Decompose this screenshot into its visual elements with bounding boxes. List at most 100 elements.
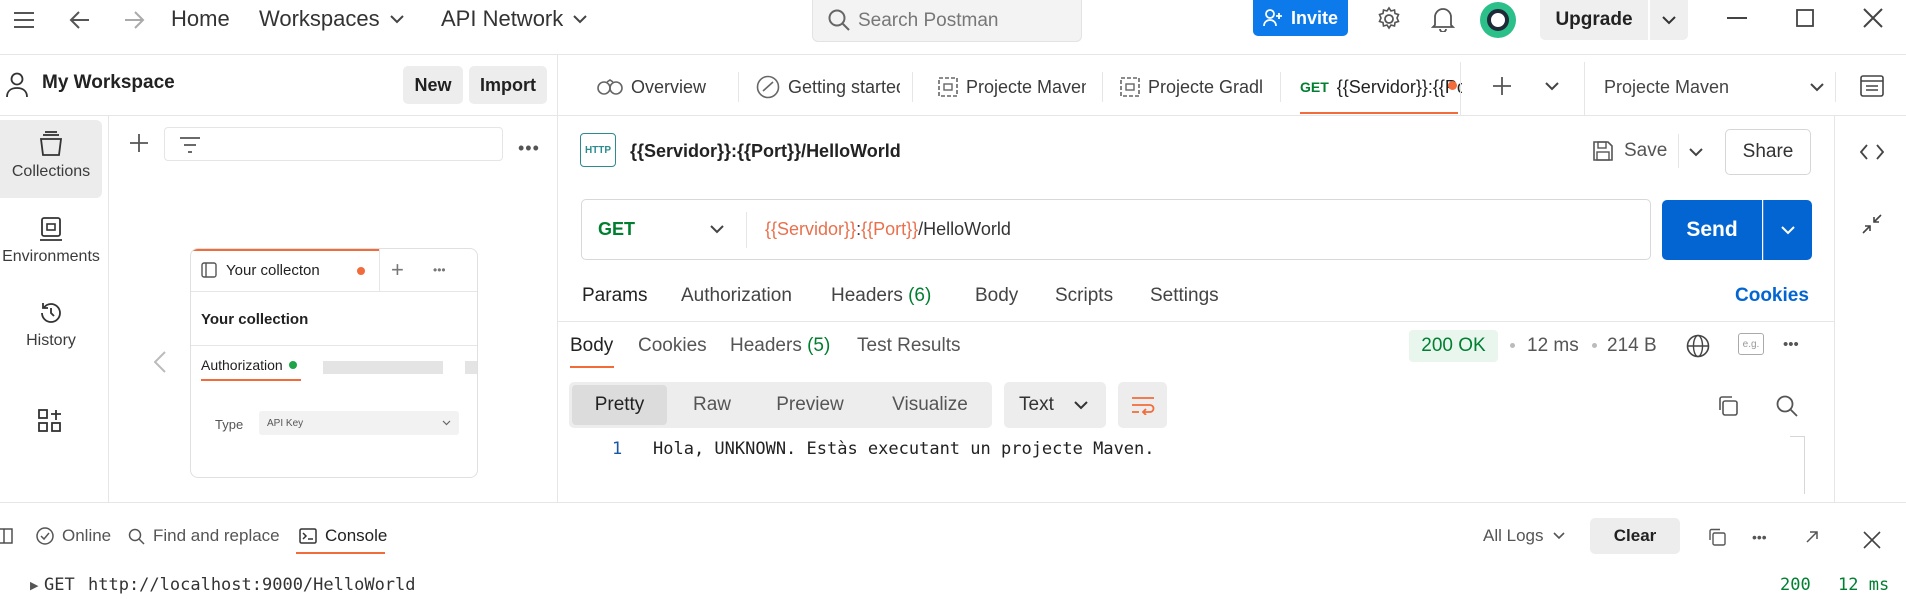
invite-button[interactable]: Invite <box>1253 0 1348 36</box>
response-tab-cookies[interactable]: Cookies <box>638 335 707 357</box>
tab-projecte-maven[interactable]: Projecte Maven <box>938 62 1086 112</box>
workspaces-menu[interactable]: Workspaces <box>259 6 404 32</box>
sidebar-item-collections[interactable]: Collections <box>0 131 102 181</box>
console-tab[interactable]: Console <box>299 526 387 546</box>
url-input[interactable]: {{Servidor}} : {{Port}} /HelloWorld <box>747 200 1647 259</box>
search-icon <box>827 8 851 32</box>
wrap-lines-icon[interactable] <box>1118 382 1167 428</box>
response-time[interactable]: 12 ms <box>1527 335 1579 357</box>
more-options-icon[interactable]: ••• <box>518 138 540 159</box>
home-link[interactable]: Home <box>171 6 230 32</box>
share-button[interactable]: Share <box>1725 129 1811 175</box>
view-visualize[interactable]: Visualize <box>880 382 980 428</box>
cookies-link[interactable]: Cookies <box>1735 285 1809 307</box>
view-preview[interactable]: Preview <box>765 382 855 428</box>
tab-headers[interactable]: Headers (6) <box>831 285 931 307</box>
search-response-icon[interactable] <box>1773 392 1801 420</box>
expand-console-icon[interactable] <box>1800 526 1824 548</box>
close-console-icon[interactable] <box>1860 528 1884 552</box>
view-pretty[interactable]: Pretty <box>572 385 667 425</box>
card-type-label: Type <box>215 417 244 432</box>
notifications-bell-icon[interactable] <box>1428 4 1458 34</box>
avatar[interactable] <box>1480 2 1516 38</box>
globe-icon[interactable] <box>1684 332 1712 360</box>
method-select[interactable]: GET <box>582 200 746 259</box>
hamburger-menu-icon[interactable] <box>10 6 38 34</box>
check-circle-icon <box>36 527 54 545</box>
import-button[interactable]: Import <box>469 66 547 104</box>
save-options-chevron-icon[interactable] <box>1684 138 1708 166</box>
chevron-left-icon[interactable] <box>150 350 170 374</box>
sidebar-divider <box>557 55 558 502</box>
collection-icon <box>201 262 217 278</box>
api-network-menu[interactable]: API Network <box>441 6 587 32</box>
response-size[interactable]: 214 B <box>1607 335 1657 357</box>
vertical-scrollbar[interactable] <box>1804 436 1805 494</box>
configure-sidebar-icon[interactable] <box>34 405 66 437</box>
format-select[interactable]: Text <box>1004 382 1106 428</box>
tab-scripts[interactable]: Scripts <box>1055 285 1113 307</box>
upgrade-button[interactable]: Upgrade <box>1540 0 1648 40</box>
response-tab-body[interactable]: Body <box>570 335 613 357</box>
unsaved-dot <box>1448 81 1457 90</box>
unsaved-dot <box>357 267 365 275</box>
tab-getting-started[interactable]: Getting started <box>756 62 900 112</box>
card-auth-label: Authorization <box>201 357 283 373</box>
minimize-window-icon[interactable] <box>1723 4 1751 32</box>
save-as-example-icon[interactable]: e.g. <box>1738 333 1764 355</box>
code-snippet-icon[interactable] <box>1858 138 1886 166</box>
send-button[interactable]: Send <box>1662 200 1762 260</box>
tab-overview[interactable]: Overview <box>597 62 729 112</box>
card-tab: Your collecton <box>191 249 379 291</box>
find-and-replace-button[interactable]: Find and replace <box>128 526 280 546</box>
add-collection-icon[interactable] <box>126 130 152 156</box>
status-badge[interactable]: 200 OK <box>1409 330 1498 362</box>
back-arrow-icon[interactable] <box>66 6 94 34</box>
user-icon <box>6 72 28 98</box>
search-input[interactable]: Search Postman <box>812 0 1082 42</box>
tab-body[interactable]: Body <box>975 285 1018 307</box>
separator-dot <box>1510 343 1515 348</box>
expand-triangle-icon[interactable]: ▶ <box>30 579 38 592</box>
tab-params[interactable]: Params <box>582 285 647 307</box>
all-logs-select[interactable]: All Logs <box>1483 526 1566 546</box>
response-tab-headers[interactable]: Headers (5) <box>730 335 830 357</box>
close-window-icon[interactable] <box>1859 4 1887 32</box>
save-button[interactable]: Save <box>1588 130 1688 172</box>
sidebar-item-history[interactable]: History <box>0 300 102 350</box>
forward-arrow-icon[interactable] <box>120 6 148 34</box>
console-more-icon[interactable]: ••• <box>1752 529 1767 545</box>
overview-icon <box>597 78 623 96</box>
request-title[interactable]: {{Servidor}}:{{Port}}/HelloWorld <box>630 141 901 162</box>
getting-started-icon <box>756 75 780 99</box>
toggle-sidebar-icon[interactable] <box>0 528 14 544</box>
new-tab-plus-icon[interactable] <box>1488 72 1516 100</box>
tab-authorization[interactable]: Authorization <box>681 285 792 307</box>
tab-projecte-gradle[interactable]: Projecte Gradle <box>1120 62 1262 112</box>
chevron-down-icon <box>389 14 404 24</box>
view-raw[interactable]: Raw <box>672 382 752 428</box>
environment-quicklook-icon[interactable] <box>1858 72 1886 100</box>
clear-button[interactable]: Clear <box>1590 518 1680 554</box>
copy-logs-icon[interactable] <box>1705 526 1729 548</box>
maximize-window-icon[interactable] <box>1791 4 1819 32</box>
new-button[interactable]: New <box>403 66 463 104</box>
card-title: Your collection <box>201 311 309 328</box>
response-tab-test-results[interactable]: Test Results <box>857 335 960 357</box>
send-options-button[interactable] <box>1763 200 1812 260</box>
workspace-name[interactable]: My Workspace <box>42 72 175 94</box>
environment-selector[interactable]: Projecte Maven <box>1604 62 1824 112</box>
upgrade-dropdown-button[interactable] <box>1650 0 1688 40</box>
console-log-row[interactable]: ▶ GET http://localhost:9000/HelloWorld 2… <box>0 572 1906 606</box>
collapse-panel-icon[interactable] <box>1858 210 1886 238</box>
filter-input[interactable] <box>164 127 503 161</box>
settings-gear-icon[interactable] <box>1374 4 1404 34</box>
response-more-icon[interactable]: ••• <box>1783 336 1799 353</box>
tab-helloworld-request[interactable]: GET {{Servidor}}:{{Port}}/HelloWorld <box>1300 62 1462 112</box>
online-status[interactable]: Online <box>36 526 111 546</box>
tab-settings[interactable]: Settings <box>1150 285 1219 307</box>
sidebar-item-environments[interactable]: Environments <box>0 216 102 266</box>
response-body-text[interactable]: Hola, UNKNOWN. Estàs executant un projec… <box>653 439 1155 459</box>
copy-icon[interactable] <box>1714 392 1742 420</box>
tab-list-chevron-icon[interactable] <box>1540 72 1564 100</box>
